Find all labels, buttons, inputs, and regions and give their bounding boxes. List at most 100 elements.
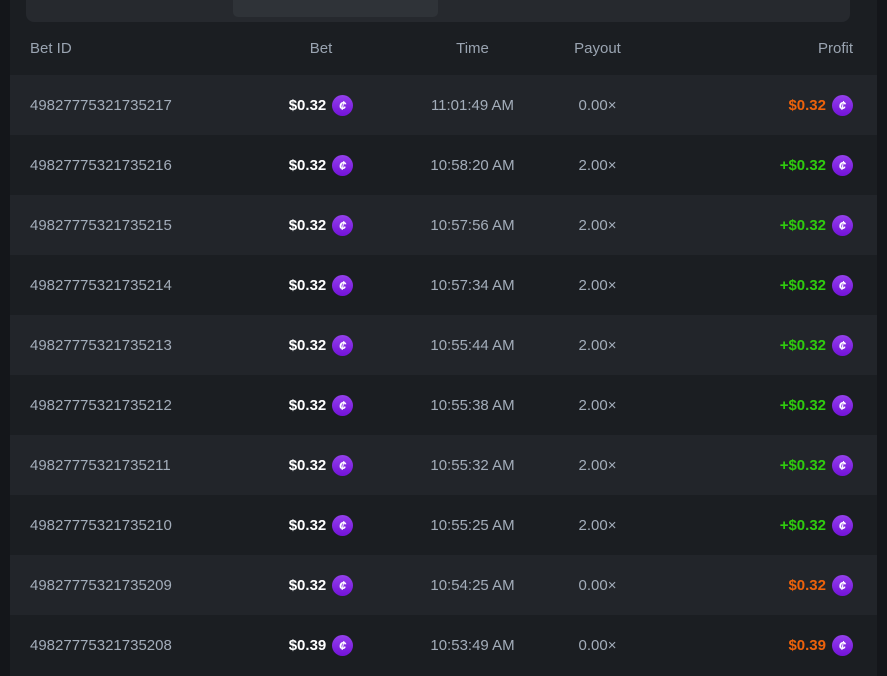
profit-amount: +$0.32 (780, 277, 826, 294)
bet-cell: $0.32 ¢ (252, 515, 390, 536)
bet-id-value[interactable]: 49827775321735210 (30, 517, 252, 534)
currency-coin-icon: ¢ (832, 215, 853, 236)
currency-coin-icon: ¢ (832, 575, 853, 596)
bet-cell: $0.32 ¢ (252, 395, 390, 416)
profit-amount: $0.32 (788, 97, 826, 114)
bet-amount: $0.32 (289, 517, 327, 534)
bet-id-value[interactable]: 49827775321735211 (30, 457, 252, 474)
bet-id-value[interactable]: 49827775321735216 (30, 157, 252, 174)
bet-history-panel: Bet ID Bet Time Payout Profit 4982777532… (10, 0, 877, 676)
bet-id-value[interactable]: 49827775321735217 (30, 97, 252, 114)
currency-coin-icon: ¢ (832, 155, 853, 176)
currency-coin-icon: ¢ (332, 335, 353, 356)
profit-cell: +$0.32 ¢ (640, 215, 853, 236)
bet-id-value[interactable]: 49827775321735212 (30, 397, 252, 414)
payout-multiplier: 2.00× (555, 457, 640, 474)
profit-cell: $0.32 ¢ (640, 95, 853, 116)
column-header-bet: Bet (252, 40, 390, 57)
bet-id-value[interactable]: 49827775321735215 (30, 217, 252, 234)
bet-amount: $0.32 (289, 157, 327, 174)
payout-multiplier: 0.00× (555, 577, 640, 594)
active-tab-indicator[interactable] (233, 0, 438, 17)
currency-coin-icon: ¢ (332, 275, 353, 296)
bet-amount: $0.32 (289, 397, 327, 414)
bet-time: 10:55:25 AM (390, 517, 555, 534)
table-row[interactable]: 49827775321735214 $0.32 ¢ 10:57:34 AM 2.… (10, 255, 877, 315)
bet-time: 10:55:44 AM (390, 337, 555, 354)
payout-multiplier: 0.00× (555, 97, 640, 114)
bet-id-value[interactable]: 49827775321735214 (30, 277, 252, 294)
currency-coin-icon: ¢ (332, 215, 353, 236)
column-header-bet-id: Bet ID (30, 40, 252, 57)
payout-multiplier: 2.00× (555, 337, 640, 354)
profit-amount: +$0.32 (780, 517, 826, 534)
profit-cell: +$0.32 ¢ (640, 275, 853, 296)
bet-cell: $0.32 ¢ (252, 455, 390, 476)
table-row[interactable]: 49827775321735211 $0.32 ¢ 10:55:32 AM 2.… (10, 435, 877, 495)
table-row[interactable]: 49827775321735212 $0.32 ¢ 10:55:38 AM 2.… (10, 375, 877, 435)
currency-coin-icon: ¢ (832, 395, 853, 416)
bet-time: 10:55:38 AM (390, 397, 555, 414)
bet-time: 10:55:32 AM (390, 457, 555, 474)
table-row[interactable]: 49827775321735208 $0.39 ¢ 10:53:49 AM 0.… (10, 615, 877, 675)
bet-id-value[interactable]: 49827775321735208 (30, 637, 252, 654)
table-row[interactable]: 49827775321735216 $0.32 ¢ 10:58:20 AM 2.… (10, 135, 877, 195)
bet-amount: $0.39 (289, 637, 327, 654)
bet-amount: $0.32 (289, 337, 327, 354)
table-row[interactable]: 49827775321735217 $0.32 ¢ 11:01:49 AM 0.… (10, 75, 877, 135)
currency-coin-icon: ¢ (332, 575, 353, 596)
currency-coin-icon: ¢ (832, 335, 853, 356)
bet-amount: $0.32 (289, 217, 327, 234)
profit-amount: +$0.32 (780, 337, 826, 354)
currency-coin-icon: ¢ (832, 515, 853, 536)
profit-cell: +$0.32 ¢ (640, 515, 853, 536)
bet-amount: $0.32 (289, 577, 327, 594)
payout-multiplier: 2.00× (555, 397, 640, 414)
payout-multiplier: 2.00× (555, 157, 640, 174)
currency-coin-icon: ¢ (332, 155, 353, 176)
bet-cell: $0.32 ¢ (252, 215, 390, 236)
profit-cell: $0.39 ¢ (640, 635, 853, 656)
profit-amount: +$0.32 (780, 157, 826, 174)
bet-time: 10:53:49 AM (390, 637, 555, 654)
column-header-time: Time (390, 40, 555, 57)
profit-cell: $0.32 ¢ (640, 575, 853, 596)
profit-cell: +$0.32 ¢ (640, 155, 853, 176)
column-header-profit: Profit (640, 40, 853, 57)
currency-coin-icon: ¢ (332, 95, 353, 116)
currency-coin-icon: ¢ (832, 275, 853, 296)
bet-cell: $0.32 ¢ (252, 335, 390, 356)
profit-amount: $0.32 (788, 577, 826, 594)
table-row[interactable]: 49827775321735213 $0.32 ¢ 10:55:44 AM 2.… (10, 315, 877, 375)
currency-coin-icon: ¢ (832, 635, 853, 656)
table-row[interactable]: 49827775321735209 $0.32 ¢ 10:54:25 AM 0.… (10, 555, 877, 615)
bet-id-value[interactable]: 49827775321735213 (30, 337, 252, 354)
table-row[interactable]: 49827775321735215 $0.32 ¢ 10:57:56 AM 2.… (10, 195, 877, 255)
column-header-payout: Payout (555, 40, 640, 57)
payout-multiplier: 2.00× (555, 217, 640, 234)
profit-amount: +$0.32 (780, 397, 826, 414)
currency-coin-icon: ¢ (332, 455, 353, 476)
payout-multiplier: 2.00× (555, 517, 640, 534)
payout-multiplier: 0.00× (555, 637, 640, 654)
table-row[interactable]: 49827775321735210 $0.32 ¢ 10:55:25 AM 2.… (10, 495, 877, 555)
currency-coin-icon: ¢ (332, 635, 353, 656)
bet-amount: $0.32 (289, 97, 327, 114)
bet-cell: $0.32 ¢ (252, 575, 390, 596)
profit-amount: +$0.32 (780, 457, 826, 474)
bet-amount: $0.32 (289, 457, 327, 474)
currency-coin-icon: ¢ (332, 395, 353, 416)
tab-bar[interactable] (26, 0, 850, 22)
bet-time: 10:57:56 AM (390, 217, 555, 234)
payout-multiplier: 2.00× (555, 277, 640, 294)
profit-amount: +$0.32 (780, 217, 826, 234)
profit-amount: $0.39 (788, 637, 826, 654)
bet-time: 10:57:34 AM (390, 277, 555, 294)
bet-id-value[interactable]: 49827775321735209 (30, 577, 252, 594)
table-header: Bet ID Bet Time Payout Profit (10, 22, 877, 75)
profit-cell: +$0.32 ¢ (640, 335, 853, 356)
bet-time: 10:54:25 AM (390, 577, 555, 594)
bet-time: 10:58:20 AM (390, 157, 555, 174)
bet-cell: $0.32 ¢ (252, 155, 390, 176)
currency-coin-icon: ¢ (832, 455, 853, 476)
